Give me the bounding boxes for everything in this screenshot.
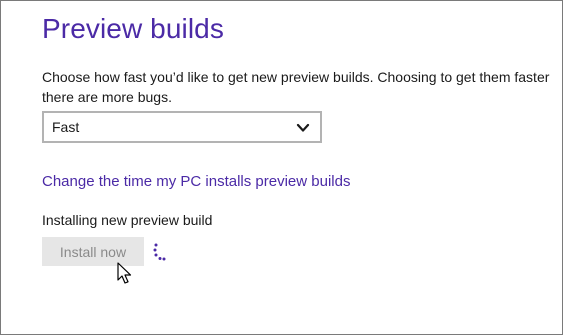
spinner-dot — [154, 253, 158, 257]
page-title: Preview builds — [42, 13, 224, 44]
spinner-dot — [162, 257, 166, 261]
preview-builds-panel: Preview builds Choose how fast you’d lik… — [1, 1, 562, 334]
description-line-2: there are more bugs. — [42, 89, 172, 105]
spinner-dot — [158, 257, 162, 260]
description-line-1: Choose how fast you’d like to get new pr… — [42, 69, 550, 85]
change-install-time-link[interactable]: Change the time my PC installs preview b… — [42, 173, 350, 190]
build-speed-dropdown[interactable]: Fast — [42, 111, 322, 143]
install-status-text: Installing new preview build — [42, 212, 213, 228]
spinner-dot — [154, 243, 158, 247]
chevron-down-icon — [296, 123, 310, 132]
mouse-pointer-icon — [117, 262, 132, 284]
spinner-dot — [153, 248, 157, 252]
progress-ring-icon — [153, 243, 166, 261]
install-now-label: Install now — [59, 243, 127, 260]
build-speed-selected-value: Fast — [52, 119, 80, 135]
description-text: Choose how fast you’d like to get new pr… — [42, 67, 562, 107]
